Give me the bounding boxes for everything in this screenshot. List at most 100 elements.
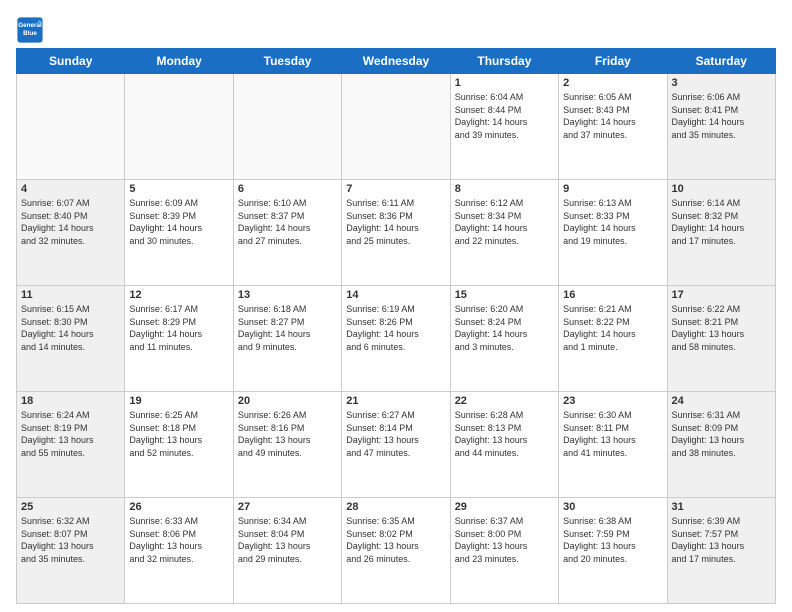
day-number: 8: [455, 183, 554, 195]
day-info: Sunrise: 6:38 AMSunset: 7:59 PMDaylight:…: [563, 515, 662, 565]
day-info: Sunrise: 6:31 AMSunset: 8:09 PMDaylight:…: [672, 409, 771, 459]
day-number: 6: [238, 183, 337, 195]
day-info: Sunrise: 6:24 AMSunset: 8:19 PMDaylight:…: [21, 409, 120, 459]
day-number: 25: [21, 501, 120, 513]
calendar-cell: 13Sunrise: 6:18 AMSunset: 8:27 PMDayligh…: [233, 286, 341, 392]
day-info: Sunrise: 6:30 AMSunset: 8:11 PMDaylight:…: [563, 409, 662, 459]
day-number: 11: [21, 289, 120, 301]
day-number: 20: [238, 395, 337, 407]
day-number: 17: [672, 289, 771, 301]
calendar-cell: 25 Sunrise: 6:32 AMSunset: 8:07 PMDayligh…: [17, 498, 125, 604]
calendar-cell: [125, 74, 233, 180]
page: General Blue SundayMondayTuesdayWednesda…: [0, 0, 792, 612]
calendar-cell: 21 Sunrise: 6:27 AMSunset: 8:14 PMDayligh…: [342, 392, 450, 498]
day-header-monday: Monday: [125, 49, 233, 74]
calendar-cell: [17, 74, 125, 180]
calendar-cell: 7 Sunrise: 6:11 AMSunset: 8:36 PMDaylight…: [342, 180, 450, 286]
day-info: Sunrise: 6:13 AMSunset: 8:33 PMDaylight:…: [563, 197, 662, 247]
calendar-cell: 5 Sunrise: 6:09 AMSunset: 8:39 PMDaylight…: [125, 180, 233, 286]
day-number: 18: [21, 395, 120, 407]
calendar-cell: 4 Sunrise: 6:07 AMSunset: 8:40 PMDaylight…: [17, 180, 125, 286]
calendar-week-3: 11 Sunrise: 6:15 AMSunset: 8:30 PMDayligh…: [17, 286, 776, 392]
logo-icon: General Blue: [16, 16, 44, 44]
calendar-cell: 20 Sunrise: 6:26 AMSunset: 8:16 PMDayligh…: [233, 392, 341, 498]
day-info: Sunrise: 6:07 AMSunset: 8:40 PMDaylight:…: [21, 197, 120, 247]
calendar-header-row: SundayMondayTuesdayWednesdayThursdayFrid…: [17, 49, 776, 74]
day-info: Sunrise: 6:33 AMSunset: 8:06 PMDaylight:…: [129, 515, 228, 565]
day-number: 3: [672, 77, 771, 89]
calendar-cell: 3 Sunrise: 6:06 AMSunset: 8:41 PMDaylight…: [667, 74, 775, 180]
day-info: Sunrise: 6:28 AMSunset: 8:13 PMDaylight:…: [455, 409, 554, 459]
day-number: 15: [455, 289, 554, 301]
day-number: 31: [672, 501, 771, 513]
calendar-cell: 29 Sunrise: 6:37 AMSunset: 8:00 PMDayligh…: [450, 498, 558, 604]
day-info: Sunrise: 6:35 AMSunset: 8:02 PMDaylight:…: [346, 515, 445, 565]
day-number: 16: [563, 289, 662, 301]
calendar-cell: 19 Sunrise: 6:25 AMSunset: 8:18 PMDayligh…: [125, 392, 233, 498]
day-number: 27: [238, 501, 337, 513]
day-header-thursday: Thursday: [450, 49, 558, 74]
day-info: Sunrise: 6:17 AMSunset: 8:29 PMDaylight:…: [129, 303, 228, 353]
day-info: Sunrise: 6:25 AMSunset: 8:18 PMDaylight:…: [129, 409, 228, 459]
calendar-cell: 18 Sunrise: 6:24 AMSunset: 8:19 PMDayligh…: [17, 392, 125, 498]
day-info: Sunrise: 6:15 AMSunset: 8:30 PMDaylight:…: [21, 303, 120, 353]
day-number: 4: [21, 183, 120, 195]
day-number: 12: [129, 289, 228, 301]
day-info: Sunrise: 6:20 AMSunset: 8:24 PMDaylight:…: [455, 303, 554, 353]
logo: General Blue: [16, 16, 46, 44]
calendar-cell: 31 Sunrise: 6:39 AMSunset: 7:57 PMDayligh…: [667, 498, 775, 604]
calendar-cell: [342, 74, 450, 180]
day-info: Sunrise: 6:32 AMSunset: 8:07 PMDaylight:…: [21, 515, 120, 565]
day-number: 19: [129, 395, 228, 407]
day-info: Sunrise: 6:26 AMSunset: 8:16 PMDaylight:…: [238, 409, 337, 459]
day-number: 9: [563, 183, 662, 195]
day-number: 21: [346, 395, 445, 407]
day-info: Sunrise: 6:09 AMSunset: 8:39 PMDaylight:…: [129, 197, 228, 247]
calendar-cell: 22 Sunrise: 6:28 AMSunset: 8:13 PMDayligh…: [450, 392, 558, 498]
day-number: 7: [346, 183, 445, 195]
day-number: 22: [455, 395, 554, 407]
day-number: 1: [455, 77, 554, 89]
day-header-tuesday: Tuesday: [233, 49, 341, 74]
day-header-friday: Friday: [559, 49, 667, 74]
calendar-week-4: 18 Sunrise: 6:24 AMSunset: 8:19 PMDayligh…: [17, 392, 776, 498]
calendar-cell: 16Sunrise: 6:21 AMSunset: 8:22 PMDayligh…: [559, 286, 667, 392]
day-info: Sunrise: 6:04 AMSunset: 8:44 PMDaylight:…: [455, 91, 554, 141]
day-info: Sunrise: 6:22 AMSunset: 8:21 PMDaylight:…: [672, 303, 771, 353]
day-info: Sunrise: 6:39 AMSunset: 7:57 PMDaylight:…: [672, 515, 771, 565]
day-info: Sunrise: 6:14 AMSunset: 8:32 PMDaylight:…: [672, 197, 771, 247]
calendar-cell: 2 Sunrise: 6:05 AMSunset: 8:43 PMDaylight…: [559, 74, 667, 180]
day-number: 10: [672, 183, 771, 195]
calendar-cell: 23Sunrise: 6:30 AMSunset: 8:11 PMDayligh…: [559, 392, 667, 498]
calendar-week-1: 1 Sunrise: 6:04 AMSunset: 8:44 PMDaylight…: [17, 74, 776, 180]
calendar-cell: 14 Sunrise: 6:19 AMSunset: 8:26 PMDayligh…: [342, 286, 450, 392]
day-info: Sunrise: 6:06 AMSunset: 8:41 PMDaylight:…: [672, 91, 771, 141]
calendar-cell: 11 Sunrise: 6:15 AMSunset: 8:30 PMDayligh…: [17, 286, 125, 392]
day-header-wednesday: Wednesday: [342, 49, 450, 74]
day-info: Sunrise: 6:19 AMSunset: 8:26 PMDaylight:…: [346, 303, 445, 353]
day-info: Sunrise: 6:11 AMSunset: 8:36 PMDaylight:…: [346, 197, 445, 247]
day-info: Sunrise: 6:05 AMSunset: 8:43 PMDaylight:…: [563, 91, 662, 141]
day-number: 14: [346, 289, 445, 301]
day-number: 2: [563, 77, 662, 89]
day-number: 28: [346, 501, 445, 513]
calendar-week-5: 25 Sunrise: 6:32 AMSunset: 8:07 PMDayligh…: [17, 498, 776, 604]
day-number: 5: [129, 183, 228, 195]
calendar-cell: 17 Sunrise: 6:22 AMSunset: 8:21 PMDayligh…: [667, 286, 775, 392]
calendar-cell: 1 Sunrise: 6:04 AMSunset: 8:44 PMDaylight…: [450, 74, 558, 180]
calendar-cell: [233, 74, 341, 180]
day-info: Sunrise: 6:37 AMSunset: 8:00 PMDaylight:…: [455, 515, 554, 565]
calendar-cell: 9 Sunrise: 6:13 AMSunset: 8:33 PMDaylight…: [559, 180, 667, 286]
day-number: 29: [455, 501, 554, 513]
calendar-cell: 26Sunrise: 6:33 AMSunset: 8:06 PMDayligh…: [125, 498, 233, 604]
day-info: Sunrise: 6:27 AMSunset: 8:14 PMDaylight:…: [346, 409, 445, 459]
calendar-week-2: 4 Sunrise: 6:07 AMSunset: 8:40 PMDaylight…: [17, 180, 776, 286]
calendar-cell: 8Sunrise: 6:12 AMSunset: 8:34 PMDaylight…: [450, 180, 558, 286]
day-header-sunday: Sunday: [17, 49, 125, 74]
day-info: Sunrise: 6:18 AMSunset: 8:27 PMDaylight:…: [238, 303, 337, 353]
svg-text:Blue: Blue: [23, 30, 37, 37]
day-header-saturday: Saturday: [667, 49, 775, 74]
header: General Blue: [16, 12, 776, 44]
day-info: Sunrise: 6:34 AMSunset: 8:04 PMDaylight:…: [238, 515, 337, 565]
day-number: 30: [563, 501, 662, 513]
